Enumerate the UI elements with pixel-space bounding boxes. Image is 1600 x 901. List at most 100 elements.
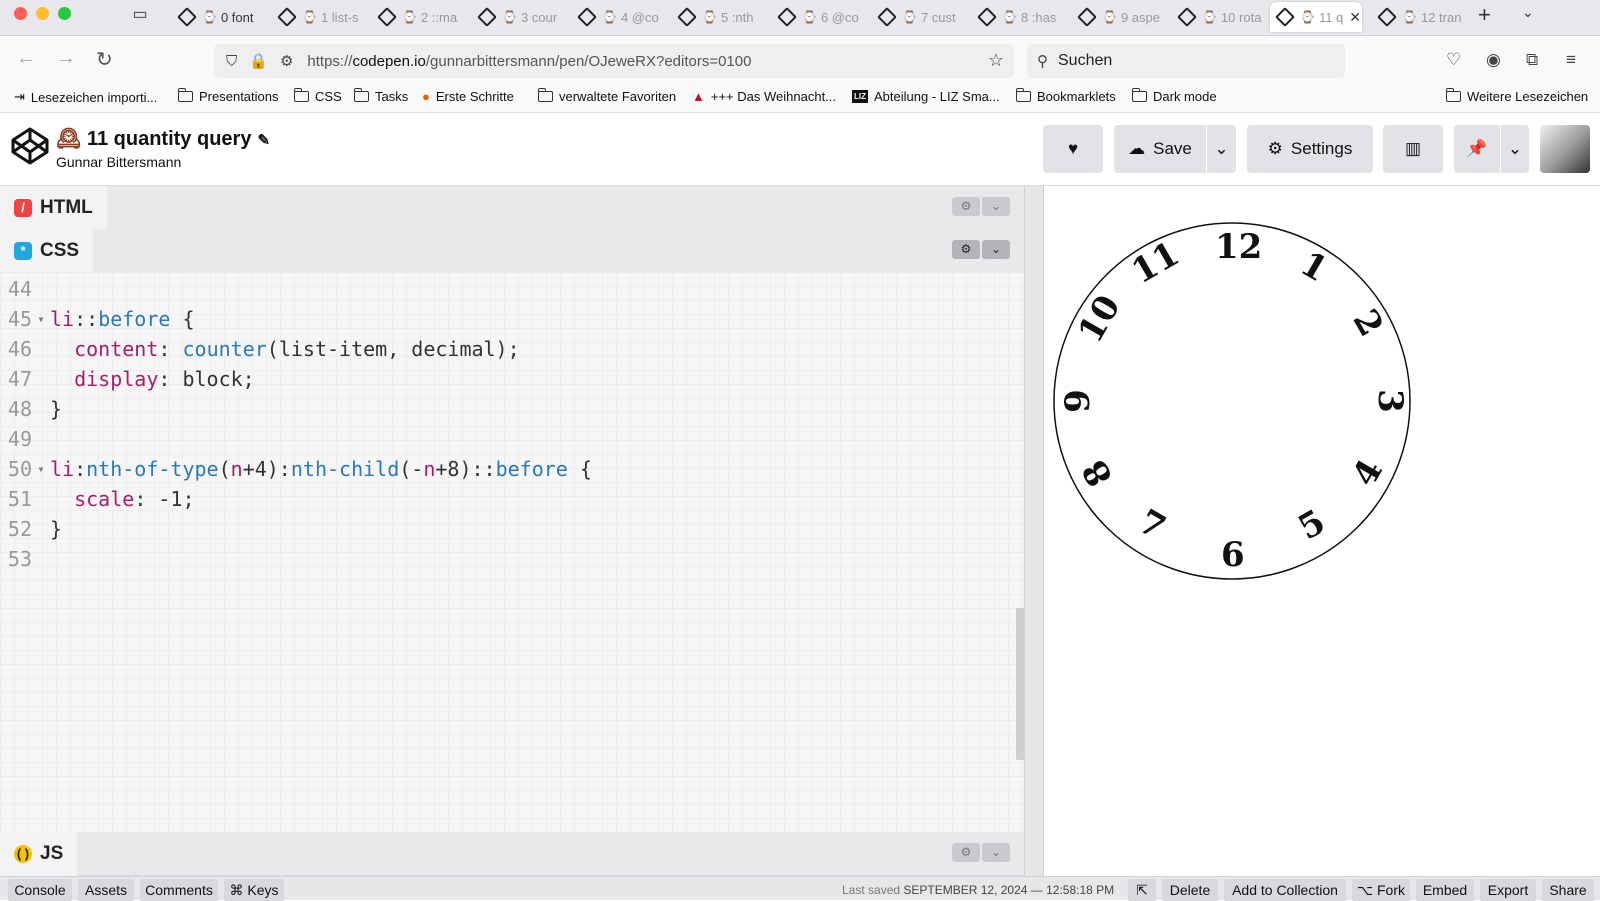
css-settings-gear-icon[interactable]: ⚙ — [952, 240, 980, 259]
avatar[interactable] — [1540, 125, 1590, 173]
code-line[interactable]: 48} — [0, 394, 62, 424]
code-text: li::before { — [50, 307, 195, 331]
bookmark-item[interactable]: Bookmarklets — [1015, 88, 1116, 104]
console-button[interactable]: Console — [8, 879, 72, 901]
lock-icon[interactable]: 🔒 — [249, 52, 268, 70]
js-panel-header[interactable]: ( ) JS ⚙ ⌄ — [0, 832, 1024, 876]
url-text[interactable]: https://codepen.io/gunnarbittersmann/pen… — [307, 53, 751, 70]
santa-hat-icon: ▲ — [692, 89, 705, 104]
code-line[interactable]: 46 content: counter(list-item, decimal); — [0, 334, 520, 364]
heart-icon: ♥ — [1067, 139, 1079, 158]
fold-arrow-icon[interactable]: ▾ — [32, 312, 50, 326]
js-panel-tab[interactable]: ( ) JS — [0, 832, 78, 876]
code-line[interactable]: 44 — [0, 274, 50, 304]
bookmark-star-icon[interactable]: ☆ — [988, 50, 1004, 71]
html-panel-header[interactable]: / HTML ⚙ ⌄ — [0, 186, 1024, 230]
bookmark-item[interactable]: CSS — [293, 88, 342, 104]
js-settings-gear-icon[interactable]: ⚙ — [952, 843, 980, 862]
html-collapse-chevron-icon[interactable]: ⌄ — [982, 197, 1010, 216]
browser-tab[interactable]: ⌚ 1 list-s — [272, 2, 366, 32]
open-external-icon[interactable]: ⇱ — [1128, 879, 1156, 901]
css-panel-tab[interactable]: * CSS — [0, 229, 94, 273]
menu-icon[interactable]: ≡ — [1566, 50, 1576, 70]
codepen-logo-icon[interactable] — [10, 126, 50, 171]
css-collapse-chevron-icon[interactable]: ⌄ — [982, 240, 1010, 259]
tab-list-chevron-icon[interactable]: ⌄ — [1522, 4, 1534, 21]
new-tab-button[interactable]: + — [1478, 2, 1491, 28]
embed-button[interactable]: Embed — [1416, 879, 1474, 901]
layout-button[interactable]: ▥ — [1383, 125, 1443, 173]
forward-button[interactable]: → — [56, 47, 76, 70]
tab-overview-icon[interactable]: ▭ — [128, 4, 152, 24]
browser-tab[interactable]: ⌚ 0 font — [172, 2, 266, 32]
browser-tab[interactable]: ⌚ 5 :nth — [672, 2, 766, 32]
code-line[interactable]: 52} — [0, 514, 62, 544]
bookmarks-more[interactable]: Weitere Lesezeichen — [1445, 88, 1588, 104]
browser-tab[interactable]: ⌚ 3 cour — [472, 2, 566, 32]
save-options-button[interactable]: ⌄ — [1207, 125, 1236, 173]
comments-button[interactable]: Comments — [140, 879, 218, 901]
minimize-window-button[interactable] — [36, 7, 49, 20]
fold-arrow-icon[interactable]: ▾ — [32, 462, 50, 476]
extensions-icon[interactable]: ⧉ — [1526, 50, 1538, 70]
code-line[interactable]: 47 display: block; — [0, 364, 255, 394]
close-tab-icon[interactable]: ✕ — [1349, 9, 1361, 26]
delete-button[interactable]: Delete — [1162, 879, 1218, 901]
html-panel-tab[interactable]: / HTML — [0, 186, 107, 230]
code-line[interactable]: 51 scale: -1; — [0, 484, 195, 514]
html-settings-gear-icon[interactable]: ⚙ — [952, 197, 980, 216]
zoom-window-button[interactable] — [58, 7, 71, 20]
save-button[interactable]: ☁ Save — [1114, 125, 1206, 173]
browser-tab-active[interactable]: ⌚ 11 q ✕ — [1270, 2, 1362, 32]
account-icon[interactable]: ◉ — [1486, 50, 1501, 70]
browser-tab[interactable]: ⌚ 8 :has — [972, 2, 1066, 32]
settings-button[interactable]: ⚙ Settings — [1247, 125, 1373, 173]
bookmark-item[interactable]: Dark mode — [1131, 88, 1217, 104]
reload-button[interactable]: ↻ — [96, 47, 113, 72]
chevron-down-icon: ⌄ — [1214, 139, 1229, 158]
codepen-icon — [277, 7, 297, 27]
bookmark-item[interactable]: ⇥ Lesezeichen importi... — [14, 89, 157, 105]
close-window-button[interactable] — [14, 7, 27, 20]
editor-resize-handle[interactable] — [1024, 186, 1044, 876]
like-button[interactable]: ♥ — [1043, 125, 1103, 173]
share-button[interactable]: Share — [1542, 879, 1594, 901]
bookmark-item[interactable]: Tasks — [353, 88, 408, 104]
browser-tab[interactable]: ⌚ 10 rota — [1172, 2, 1266, 32]
code-line[interactable]: 53 — [0, 544, 50, 574]
permissions-icon[interactable]: ⚙ — [280, 52, 293, 70]
css-code-editor[interactable]: 44 45 ▾ li::before { 46 content: counter(l… — [0, 272, 1024, 832]
back-button[interactable]: ← — [16, 47, 36, 70]
browser-tab[interactable]: ⌚ 2 ::ma — [372, 2, 466, 32]
export-button[interactable]: Export — [1480, 879, 1536, 901]
css-panel-header[interactable]: * CSS ⚙ ⌄ — [0, 229, 1024, 273]
pen-title[interactable]: 🕰 11 quantity query ✎ — [56, 126, 270, 151]
pen-author[interactable]: Gunnar Bittersmann — [56, 154, 181, 170]
pencil-icon[interactable]: ✎ — [257, 132, 270, 149]
browser-tab[interactable]: ⌚ 9 aspe — [1072, 2, 1166, 32]
keys-button[interactable]: ⌘ Keys — [224, 879, 284, 901]
url-bar[interactable]: ⛉ 🔒 ⚙ https://codepen.io/gunnarbittersma… — [214, 44, 1014, 78]
bookmark-item[interactable]: ● Erste Schritte — [422, 89, 514, 104]
shield-icon[interactable]: ⛉ — [226, 53, 237, 70]
browser-tab[interactable]: ⌚ 6 @co — [772, 2, 866, 32]
bookmark-item[interactable]: Presentations — [177, 88, 279, 104]
js-collapse-chevron-icon[interactable]: ⌄ — [982, 843, 1010, 862]
browser-tab[interactable]: ⌚ 7 cust — [872, 2, 966, 32]
pocket-icon[interactable]: ♡ — [1446, 50, 1461, 70]
code-line[interactable]: 49 — [0, 424, 50, 454]
browser-tab[interactable]: ⌚ 12 tran — [1372, 2, 1466, 32]
code-line[interactable]: 45 ▾ li::before { — [0, 304, 195, 334]
fork-button[interactable]: ⌥ Fork — [1352, 879, 1410, 901]
add-to-collection-button[interactable]: Add to Collection — [1224, 879, 1346, 901]
bookmark-item[interactable]: ▲ +++ Das Weihnacht... — [692, 89, 836, 104]
bookmark-item[interactable]: verwaltete Favoriten — [537, 88, 676, 104]
code-line[interactable]: 50 ▾ li:nth-of-type(n+4):nth-child(-n+8)::… — [0, 454, 592, 484]
browser-tab[interactable]: ⌚ 4 @co — [572, 2, 666, 32]
pin-button[interactable]: 📌 — [1454, 125, 1500, 173]
search-bar[interactable]: ⚲ — [1027, 44, 1345, 78]
search-input[interactable] — [1058, 52, 1318, 70]
bookmark-item[interactable]: LIZ Abteilung - LIZ Sma... — [852, 89, 1000, 104]
assets-button[interactable]: Assets — [78, 879, 134, 901]
pin-options-button[interactable]: ⌄ — [1501, 125, 1529, 173]
